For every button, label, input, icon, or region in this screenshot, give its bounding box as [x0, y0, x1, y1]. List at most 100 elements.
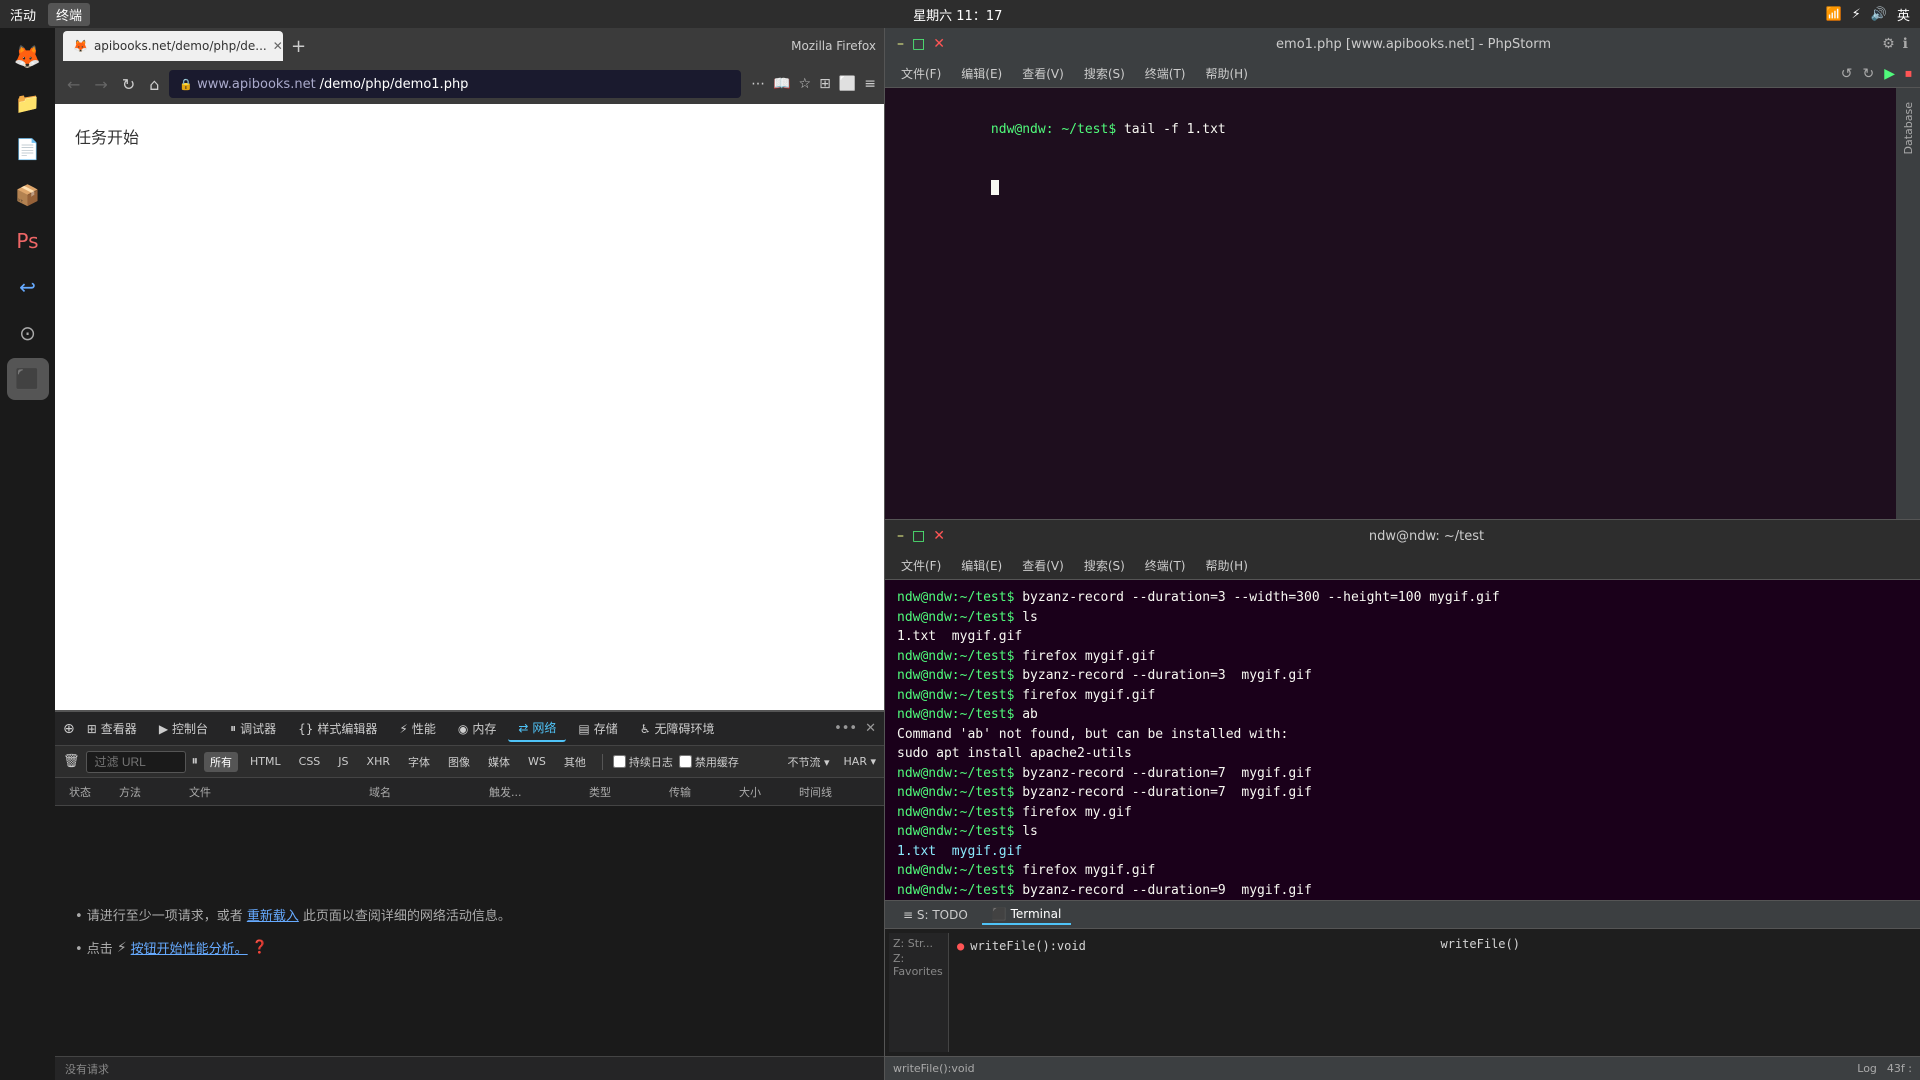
bottom-tab-todo[interactable]: ≡ S: TODO: [893, 906, 978, 924]
term-menu-terminal[interactable]: 终端(T): [1137, 553, 1194, 578]
devtools-tab-network[interactable]: ⇄ 网络: [508, 715, 566, 742]
devtools-tab-storage[interactable]: ▤ 存储: [568, 716, 627, 741]
devtools-dots-icon[interactable]: •••: [834, 721, 857, 736]
devtools-tab-inspector[interactable]: ⊞ 查看器: [77, 716, 147, 741]
term-menu-file[interactable]: 文件(F): [893, 553, 949, 578]
term-menu-help[interactable]: 帮助(H): [1198, 553, 1256, 578]
terminal-maximize-btn[interactable]: □: [912, 528, 925, 544]
menu-file[interactable]: 文件(F): [893, 61, 949, 86]
terminal-label[interactable]: 终端: [48, 3, 90, 26]
filter-all-btn[interactable]: 所有: [204, 752, 238, 772]
status-temp: 43f :: [1887, 1062, 1912, 1075]
new-tab-button[interactable]: +: [291, 36, 306, 57]
help-icon[interactable]: ❓: [252, 940, 268, 955]
persist-log-checkbox[interactable]: 持续日志: [613, 754, 673, 770]
datetime-label: 星期六 11：17: [913, 5, 1002, 24]
menu-search[interactable]: 搜索(S): [1076, 61, 1133, 86]
info-icon[interactable]: ℹ: [1903, 36, 1908, 52]
browser-tab-active[interactable]: 🦊 apibooks.net/demo/php/de... ✕: [63, 31, 283, 61]
disable-cache-label: 禁用缓存: [695, 754, 739, 770]
fullscreen-icon[interactable]: ⬜: [839, 76, 856, 92]
menu-help[interactable]: 帮助(H): [1198, 61, 1256, 86]
terminal-minimize-btn[interactable]: –: [897, 528, 904, 544]
menu-terminal[interactable]: 终端(T): [1137, 61, 1194, 86]
sidebar-icon-terminal[interactable]: ⬛: [7, 358, 49, 400]
filter-font-btn[interactable]: 字体: [402, 752, 436, 772]
refresh-button[interactable]: ↻: [118, 71, 139, 98]
bottom-tab-terminal[interactable]: ⬛ Terminal: [982, 905, 1071, 925]
devtools-tab-a11y[interactable]: ♿ 无障碍环境: [630, 716, 725, 741]
devtools-close-icon[interactable]: ✕: [865, 721, 876, 736]
sidebar-icon-files[interactable]: 📁: [7, 82, 49, 124]
bookmark-icon[interactable]: ☆: [799, 76, 812, 92]
reader-mode-icon[interactable]: 📖: [773, 76, 790, 92]
terminal-line-prompt: ndw@ndw: ~/test$ tail -f 1.txt: [897, 100, 1884, 159]
sidebar-toggle-icon[interactable]: ⊞: [819, 76, 831, 92]
devtools-tab-debugger[interactable]: ⏸ 调试器: [220, 716, 286, 741]
reload-link[interactable]: 重新载入: [247, 905, 299, 924]
devtools-tab-console[interactable]: ▶ 控制台: [149, 716, 218, 741]
devtools-tab-memory[interactable]: ◉ 内存: [448, 716, 507, 741]
phpstorm-terminal-content[interactable]: ndw@ndw: ~/test$ tail -f 1.txt: [885, 88, 1896, 519]
term-line-5: ndw@ndw:~/test$ byzanz-record --duration…: [897, 666, 1908, 686]
address-bar[interactable]: 🔒 www.apibooks.net/demo/php/demo1.php: [169, 70, 741, 98]
har-menu-btn[interactable]: HAR ▾: [844, 755, 876, 768]
vtab-database[interactable]: Database: [1898, 96, 1919, 161]
filter-html-btn[interactable]: HTML: [244, 753, 287, 770]
menu-view[interactable]: 查看(V): [1014, 61, 1072, 86]
persist-log-input[interactable]: [613, 755, 626, 768]
forward-button[interactable]: →: [90, 71, 111, 98]
status-log-label[interactable]: Log: [1857, 1062, 1877, 1075]
phpstorm-close-btn[interactable]: ✕: [933, 36, 945, 52]
phpstorm-undo-icon[interactable]: ↺: [1841, 66, 1853, 82]
pause-icon[interactable]: ⏸: [192, 754, 199, 769]
settings-icon[interactable]: ⚙: [1882, 36, 1895, 52]
term-menu-view[interactable]: 查看(V): [1014, 553, 1072, 578]
filter-image-btn[interactable]: 图像: [442, 752, 476, 772]
sidebar-icon-text[interactable]: 📄: [7, 128, 49, 170]
sidebar-icon-firefox[interactable]: 🦊: [7, 36, 49, 78]
term-menu-edit[interactable]: 编辑(E): [953, 553, 1010, 578]
term-menu-search[interactable]: 搜索(S): [1076, 553, 1133, 578]
activities-label[interactable]: 活动: [10, 5, 36, 24]
filter-url-input[interactable]: [86, 751, 186, 773]
phpstorm-maximize-btn[interactable]: □: [912, 36, 925, 52]
back-button[interactable]: ←: [63, 71, 84, 98]
perf-analysis-link[interactable]: 按钮开始性能分析。: [131, 938, 248, 957]
terminal-main-content[interactable]: ndw@ndw:~/test$ byzanz-record --duration…: [885, 580, 1920, 900]
terminal-close-btn[interactable]: ✕: [933, 528, 945, 544]
str-tab[interactable]: Z: Str...: [893, 937, 944, 950]
filter-js-btn[interactable]: JS: [332, 753, 354, 770]
devtools-tab-style[interactable]: {} 样式编辑器: [288, 716, 387, 741]
menu-icon[interactable]: ≡: [864, 76, 876, 92]
phpstorm-top-right-icons: ⚙ ℹ: [1882, 36, 1908, 52]
perf-btn-icon[interactable]: ⚡: [117, 940, 127, 956]
home-button[interactable]: ⌂: [145, 71, 163, 98]
menu-edit[interactable]: 编辑(E): [953, 61, 1010, 86]
clear-icon[interactable]: 🗑: [63, 754, 80, 769]
phpstorm-win-buttons: – □ ✕: [897, 36, 945, 52]
sidebar-icon-ps[interactable]: Ps: [7, 220, 49, 262]
devtools-tab-perf[interactable]: ⚡ 性能: [389, 716, 445, 741]
lang-label[interactable]: 英: [1897, 5, 1910, 24]
filter-css-btn[interactable]: CSS: [293, 753, 327, 770]
tab-close-button[interactable]: ✕: [273, 39, 283, 53]
sidebar-icon-arrow[interactable]: ↩: [7, 266, 49, 308]
throttle-select[interactable]: 不节流 ▾: [782, 752, 836, 772]
disable-cache-checkbox[interactable]: 禁用缓存: [679, 754, 739, 770]
filter-xhr-btn[interactable]: XHR: [361, 753, 396, 770]
favorites-tab[interactable]: Z: Favorites: [893, 952, 944, 978]
phpstorm-redo-icon[interactable]: ↻: [1862, 66, 1874, 82]
filter-ws-btn[interactable]: WS: [522, 753, 552, 770]
disable-cache-input[interactable]: [679, 755, 692, 768]
console-label: 控制台: [172, 720, 208, 737]
phpstorm-run-icon[interactable]: ▶: [1884, 66, 1895, 82]
filter-media-btn[interactable]: 媒体: [482, 752, 516, 772]
sidebar-icon-circle[interactable]: ⊙: [7, 312, 49, 354]
phpstorm-minimize-btn[interactable]: –: [897, 36, 904, 52]
devtools-pick-icon[interactable]: ⊕: [63, 721, 75, 737]
sidebar-icon-package[interactable]: 📦: [7, 174, 49, 216]
filter-other-btn[interactable]: 其他: [558, 752, 592, 772]
phpstorm-stop-icon[interactable]: ⏹: [1905, 66, 1912, 82]
more-tools-icon[interactable]: ⋯: [751, 76, 765, 92]
